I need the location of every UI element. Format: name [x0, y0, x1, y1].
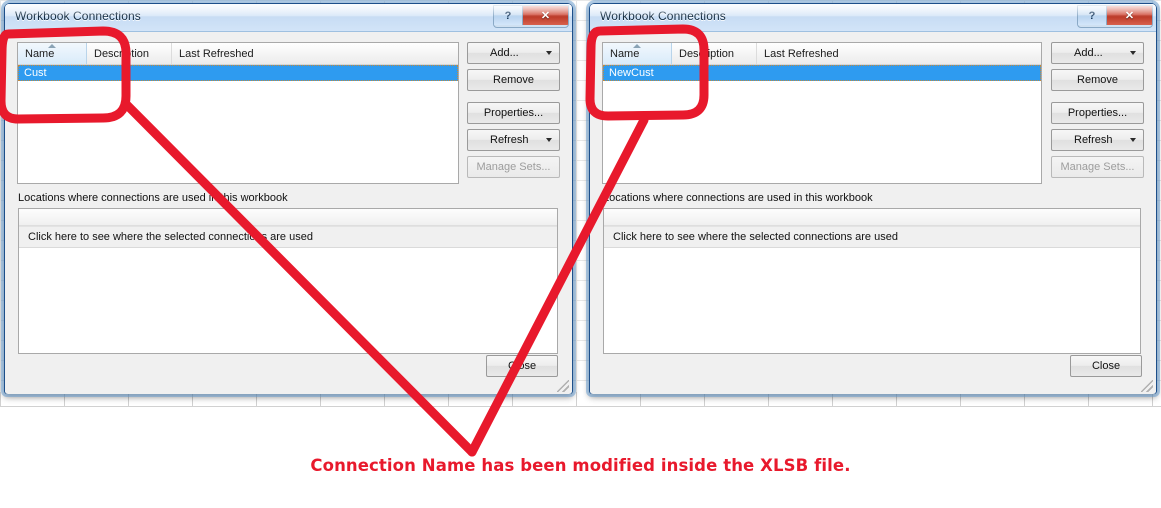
dialog-body: Name Description Last Refreshed NewCust …: [590, 32, 1156, 394]
resize-grip-icon[interactable]: [1141, 380, 1153, 392]
column-header-name-label: Name: [610, 47, 640, 60]
column-header-description-label: Description: [679, 47, 735, 60]
refresh-button[interactable]: Refresh: [1051, 129, 1144, 151]
remove-button-label: Remove: [493, 74, 534, 86]
locations-header-row: [19, 209, 557, 226]
add-button[interactable]: Add...: [467, 42, 560, 64]
listview-header-row: Name Description Last Refreshed: [603, 43, 1041, 65]
locations-header-row: [604, 209, 1140, 226]
action-button-column: Add... Remove Properties... Refresh Mana…: [1051, 42, 1144, 183]
column-header-last-refreshed-label: Last Refreshed: [764, 47, 839, 60]
help-icon[interactable]: ?: [494, 6, 523, 25]
column-header-last-refreshed-label: Last Refreshed: [179, 47, 254, 60]
refresh-button-label: Refresh: [490, 134, 529, 146]
connection-name-cell: Cust: [24, 67, 47, 79]
resize-grip-icon[interactable]: [557, 380, 569, 392]
column-header-description[interactable]: Description: [672, 43, 757, 64]
column-header-description-label: Description: [94, 47, 150, 60]
locations-hint-row[interactable]: Click here to see where the selected con…: [604, 226, 1140, 248]
column-header-name[interactable]: Name: [603, 43, 672, 64]
chevron-down-icon[interactable]: [546, 138, 552, 142]
remove-button[interactable]: Remove: [467, 69, 560, 91]
close-button[interactable]: Close: [1070, 355, 1142, 377]
manage-sets-button-label: Manage Sets...: [1060, 161, 1135, 173]
locations-hint-row[interactable]: Click here to see where the selected con…: [19, 226, 557, 248]
refresh-button-label: Refresh: [1074, 134, 1113, 146]
table-row[interactable]: Cust: [18, 65, 458, 81]
properties-button-label: Properties...: [483, 107, 544, 119]
spreadsheet-grid-strip: [0, 392, 1161, 407]
locations-group-label: Locations where connections are used in …: [18, 192, 288, 204]
locations-group-label: Locations where connections are used in …: [603, 192, 873, 204]
column-header-last-refreshed[interactable]: Last Refreshed: [757, 43, 1041, 64]
add-button-label: Add...: [490, 47, 519, 59]
chevron-down-icon[interactable]: [1130, 51, 1136, 55]
locations-listview[interactable]: Click here to see where the selected con…: [603, 208, 1141, 354]
sort-ascending-icon: [48, 44, 56, 48]
close-icon[interactable]: ✕: [523, 6, 568, 25]
column-header-last-refreshed[interactable]: Last Refreshed: [172, 43, 458, 64]
column-header-name[interactable]: Name: [18, 43, 87, 64]
manage-sets-button: Manage Sets...: [1051, 156, 1144, 178]
chevron-down-icon[interactable]: [1130, 138, 1136, 142]
refresh-button[interactable]: Refresh: [467, 129, 560, 151]
connections-listview[interactable]: Name Description Last Refreshed Cust: [17, 42, 459, 184]
caption-button-group: ? ✕: [1077, 5, 1153, 28]
listview-header-row: Name Description Last Refreshed: [18, 43, 458, 65]
chevron-down-icon[interactable]: [546, 51, 552, 55]
properties-button-label: Properties...: [1067, 107, 1128, 119]
help-icon[interactable]: ?: [1078, 6, 1107, 25]
locations-listview[interactable]: Click here to see where the selected con…: [18, 208, 558, 354]
caption-button-group: ? ✕: [493, 5, 569, 28]
window-title: Workbook Connections: [600, 9, 726, 23]
window-title: Workbook Connections: [15, 9, 141, 23]
add-button[interactable]: Add...: [1051, 42, 1144, 64]
workbook-connections-dialog-right: Workbook Connections ? ✕ Name Descriptio…: [589, 3, 1157, 394]
manage-sets-button-label: Manage Sets...: [476, 161, 551, 173]
table-row[interactable]: NewCust: [603, 65, 1041, 81]
column-header-name-label: Name: [25, 47, 55, 60]
manage-sets-button: Manage Sets...: [467, 156, 560, 178]
title-bar: Workbook Connections ? ✕: [5, 4, 572, 32]
sort-ascending-icon: [633, 44, 641, 48]
remove-button[interactable]: Remove: [1051, 69, 1144, 91]
column-header-description[interactable]: Description: [87, 43, 172, 64]
close-button[interactable]: Close: [486, 355, 558, 377]
workbook-connections-dialog-left: Workbook Connections ? ✕ Name Descriptio…: [4, 3, 573, 394]
properties-button[interactable]: Properties...: [467, 102, 560, 124]
annotation-caption: Connection Name has been modified inside…: [310, 456, 851, 475]
dialog-body: Name Description Last Refreshed Cust Add…: [5, 32, 572, 394]
action-button-column: Add... Remove Properties... Refresh Mana…: [467, 42, 560, 183]
remove-button-label: Remove: [1077, 74, 1118, 86]
screenshot-stage: Workbook Connections ? ✕ Name Descriptio…: [0, 0, 1161, 508]
properties-button[interactable]: Properties...: [1051, 102, 1144, 124]
add-button-label: Add...: [1074, 47, 1103, 59]
title-bar: Workbook Connections ? ✕: [590, 4, 1156, 32]
connections-listview[interactable]: Name Description Last Refreshed NewCust: [602, 42, 1042, 184]
close-icon[interactable]: ✕: [1107, 6, 1152, 25]
connection-name-cell: NewCust: [609, 67, 654, 79]
